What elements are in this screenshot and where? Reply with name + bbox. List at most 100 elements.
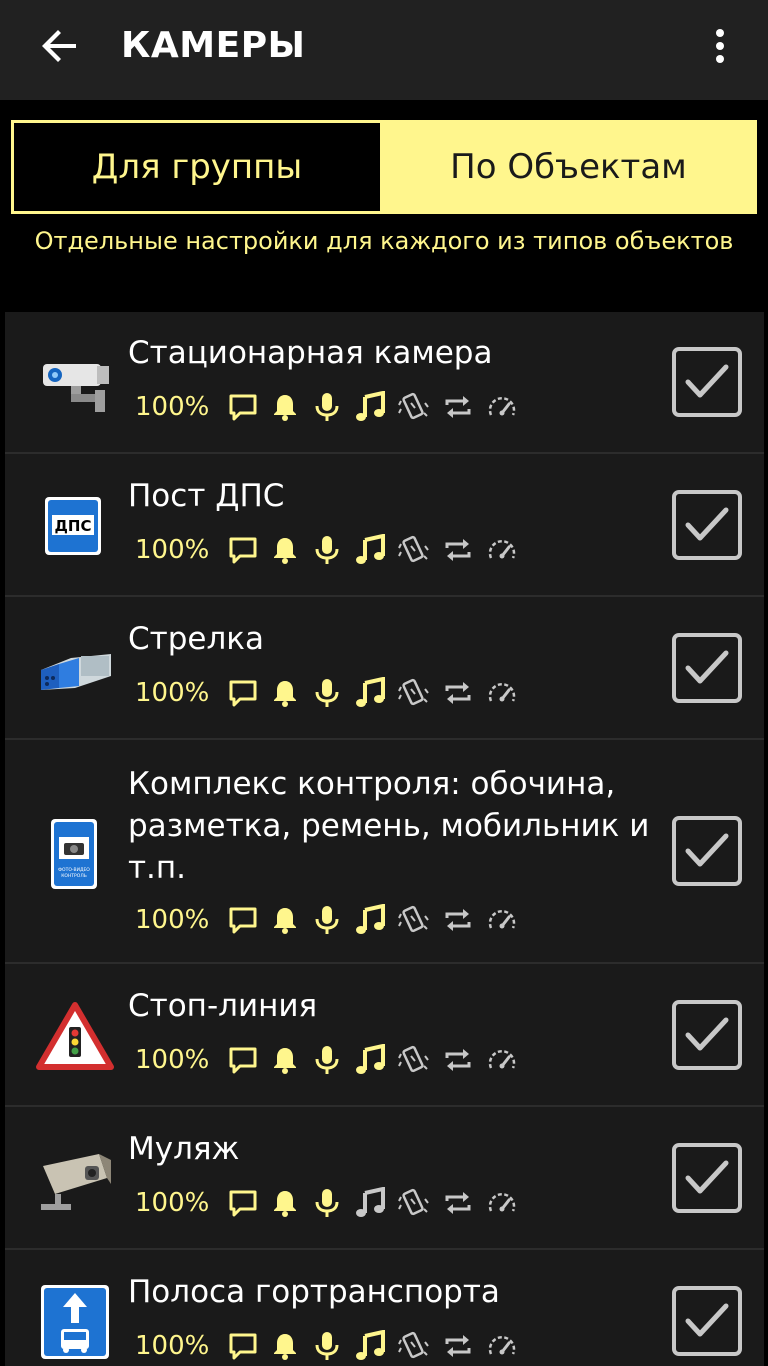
list-item[interactable]: Стационарная камера 100% xyxy=(5,312,764,454)
chat-bubble-icon xyxy=(227,904,269,936)
list-item[interactable]: Стрелка 100% xyxy=(5,598,764,740)
repeat-icon xyxy=(441,534,485,566)
item-title: Стрелка xyxy=(128,621,264,657)
camera-type-list: Стационарная камера 100% ДПС Пост ДПС 100% Ст… xyxy=(5,312,764,1366)
chat-bubble-icon xyxy=(227,391,269,423)
microphone-icon xyxy=(311,904,353,936)
bell-icon xyxy=(269,534,311,566)
music-note-icon xyxy=(353,534,397,566)
chat-bubble-icon xyxy=(227,1044,269,1076)
microphone-icon xyxy=(311,677,353,709)
phone-vibrate-icon xyxy=(397,1187,441,1219)
item-title: Стационарная камера xyxy=(128,335,493,371)
music-note-icon xyxy=(353,1330,397,1362)
repeat-icon xyxy=(441,677,485,709)
item-title: Полоса гортранспорта xyxy=(128,1274,500,1310)
microphone-icon xyxy=(311,534,353,566)
phone-vibrate-icon xyxy=(397,1330,441,1362)
phone-vibrate-icon xyxy=(397,391,441,423)
volume-percent: 100% xyxy=(135,392,210,422)
item-title: Муляж xyxy=(128,1131,240,1167)
photo-video-control-sign-icon: ФОТО-ВИДЕО КОНТРОЛЬ xyxy=(35,813,115,893)
enable-checkbox[interactable] xyxy=(671,999,743,1071)
music-note-icon xyxy=(353,1187,397,1219)
item-status-row: 100% xyxy=(135,1327,529,1365)
enable-checkbox[interactable] xyxy=(671,489,743,561)
item-status-row: 100% xyxy=(135,674,529,712)
phone-vibrate-icon xyxy=(397,904,441,936)
item-status-row: 100% xyxy=(135,1041,529,1079)
item-status-row: 100% xyxy=(135,388,529,426)
bell-icon xyxy=(269,1044,311,1076)
enable-checkbox[interactable] xyxy=(671,632,743,704)
item-title: Комплекс контроля: обочина, разметка, ре… xyxy=(128,766,650,886)
speedometer-icon xyxy=(485,1044,529,1076)
speedometer-icon xyxy=(485,677,529,709)
bell-icon xyxy=(269,1187,311,1219)
bell-icon xyxy=(269,677,311,709)
enable-checkbox[interactable] xyxy=(671,1142,743,1214)
enable-checkbox[interactable] xyxy=(671,1285,743,1357)
microphone-icon xyxy=(311,1044,353,1076)
volume-percent: 100% xyxy=(135,1045,210,1075)
item-status-row: 100% xyxy=(135,1184,529,1222)
chat-bubble-icon xyxy=(227,534,269,566)
music-note-icon xyxy=(353,904,397,936)
page-title: КАМЕРЫ xyxy=(121,25,306,66)
phone-vibrate-icon xyxy=(397,677,441,709)
app-bar: КАМЕРЫ xyxy=(0,0,768,100)
settings-description: Отдельные настройки для каждого из типов… xyxy=(34,227,734,255)
svg-text:ДПС: ДПС xyxy=(55,517,92,535)
speedometer-icon xyxy=(485,534,529,566)
music-note-icon xyxy=(353,391,397,423)
list-item[interactable]: Полоса гортранспорта 100% xyxy=(5,1251,764,1366)
microphone-icon xyxy=(311,391,353,423)
volume-percent: 100% xyxy=(135,678,210,708)
speedometer-icon xyxy=(485,1330,529,1362)
strelka-radar-icon xyxy=(35,630,115,710)
enable-checkbox[interactable] xyxy=(671,815,743,887)
item-title: Стоп-линия xyxy=(128,988,318,1024)
tab-group[interactable]: Для группы xyxy=(14,123,383,211)
microphone-icon xyxy=(311,1330,353,1362)
chat-bubble-icon xyxy=(227,1330,269,1362)
segmented-control: Для группы По Объектам xyxy=(11,120,757,214)
more-vert-icon[interactable] xyxy=(700,22,740,70)
volume-percent: 100% xyxy=(135,905,210,935)
repeat-icon xyxy=(441,1187,485,1219)
arrow-back-icon[interactable] xyxy=(36,22,84,70)
list-item[interactable]: ДПС Пост ДПС 100% xyxy=(5,455,764,597)
repeat-icon xyxy=(441,904,485,936)
music-note-icon xyxy=(353,677,397,709)
tab-objects[interactable]: По Объектам xyxy=(383,123,754,211)
speedometer-icon xyxy=(485,391,529,423)
svg-text:КОНТРОЛЬ: КОНТРОЛЬ xyxy=(61,873,87,879)
repeat-icon xyxy=(441,391,485,423)
item-status-row: 100% xyxy=(135,531,529,569)
bell-icon xyxy=(269,391,311,423)
list-item[interactable]: Муляж 100% xyxy=(5,1108,764,1250)
microphone-icon xyxy=(311,1187,353,1219)
phone-vibrate-icon xyxy=(397,534,441,566)
volume-percent: 100% xyxy=(135,535,210,565)
stationary-camera-icon xyxy=(35,344,115,424)
chat-bubble-icon xyxy=(227,677,269,709)
music-note-icon xyxy=(353,1044,397,1076)
bell-icon xyxy=(269,904,311,936)
dummy-camera-icon xyxy=(35,1140,115,1220)
speedometer-icon xyxy=(485,904,529,936)
traffic-light-warning-sign-icon xyxy=(35,997,115,1077)
dps-post-sign-icon: ДПС xyxy=(35,487,115,567)
enable-checkbox[interactable] xyxy=(671,346,743,418)
volume-percent: 100% xyxy=(135,1188,210,1218)
item-title: Пост ДПС xyxy=(128,478,285,514)
repeat-icon xyxy=(441,1044,485,1076)
item-status-row: 100% xyxy=(135,901,529,939)
bell-icon xyxy=(269,1330,311,1362)
list-item[interactable]: ФОТО-ВИДЕО КОНТРОЛЬ Комплекс контроля: обо… xyxy=(5,741,764,964)
list-item[interactable]: Стоп-линия 100% xyxy=(5,965,764,1107)
speedometer-icon xyxy=(485,1187,529,1219)
bus-lane-sign-icon xyxy=(35,1281,115,1361)
chat-bubble-icon xyxy=(227,1187,269,1219)
repeat-icon xyxy=(441,1330,485,1362)
